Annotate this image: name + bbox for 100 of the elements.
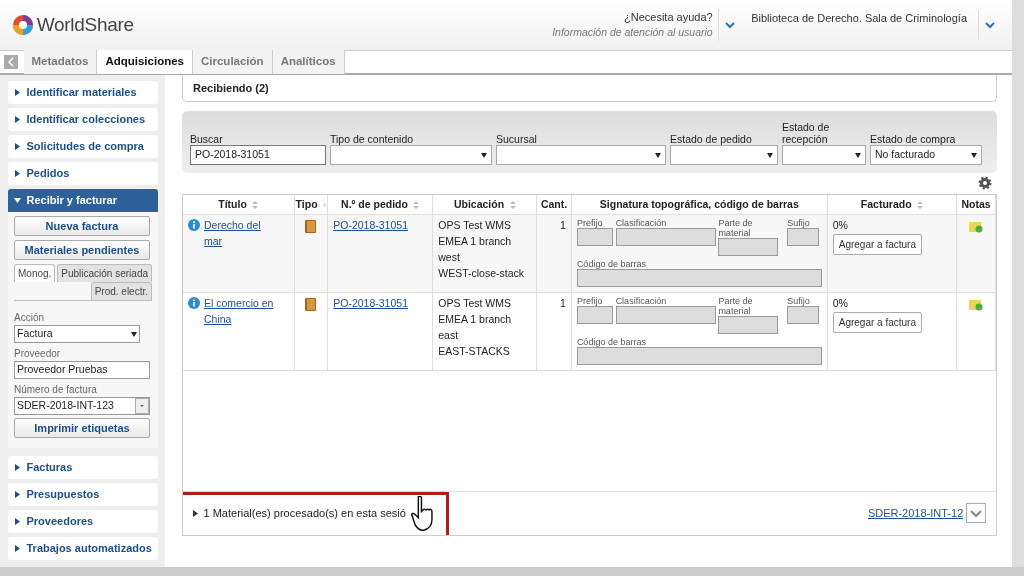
quantity-text: 1	[560, 219, 566, 232]
sidebar-item[interactable]: Proveedores	[8, 509, 158, 533]
column-header[interactable]: Ubicación	[432, 194, 537, 215]
print-labels-button[interactable]: Imprimir etiquetas	[14, 417, 150, 438]
caret-right-icon	[14, 89, 21, 97]
chevron-down-icon[interactable]	[724, 21, 735, 29]
sidebar-item[interactable]: Identificar colecciones	[8, 108, 158, 132]
chevron-down-icon[interactable]	[966, 503, 986, 524]
sort-icon	[413, 200, 420, 209]
quantity-text: 1	[560, 297, 566, 310]
input-field[interactable]	[576, 306, 613, 325]
caret-right-icon	[14, 463, 21, 471]
sort-icon	[917, 200, 924, 209]
module-tab[interactable]: Adquisiciones	[97, 50, 193, 75]
input-field[interactable]	[576, 228, 613, 247]
module-tab[interactable]: Circulación	[193, 50, 273, 75]
field-label: Sufijo	[787, 296, 811, 307]
filter-label: Buscar	[190, 132, 224, 146]
dropdown-arrow-icon	[971, 152, 977, 158]
field-label: Código de barras	[576, 337, 647, 348]
select-field[interactable]	[782, 145, 866, 166]
input-field[interactable]	[576, 269, 822, 288]
field-label: Número de factura	[14, 383, 98, 398]
sidebar-item[interactable]: Trabajos automatizados	[8, 536, 158, 560]
order-link[interactable]: PO-2018-31051	[333, 297, 408, 310]
location-text: EMEA 1 branch	[438, 312, 513, 328]
logo-icon	[12, 14, 34, 37]
select-field[interactable]: No facturado	[870, 145, 982, 166]
field-label: Prefijo	[576, 296, 604, 307]
sidebar-item[interactable]: Solicitudes de compra	[8, 135, 158, 159]
page-title: Recibiendo (2)	[193, 80, 269, 96]
select-field[interactable]	[496, 145, 666, 166]
column-header[interactable]: Facturado	[827, 194, 957, 215]
sidebar-item[interactable]: Pedidos	[8, 162, 158, 186]
input-field[interactable]	[615, 228, 716, 247]
add-to-invoice-button[interactable]: Agregar a factura	[832, 312, 922, 334]
sort-icon	[509, 200, 516, 209]
field-label: Parte de material	[718, 296, 754, 317]
column-header[interactable]: Título	[183, 194, 295, 215]
input-field[interactable]	[787, 228, 820, 247]
input-field[interactable]	[576, 347, 822, 366]
field-label: Clasificación	[615, 218, 668, 229]
book-icon	[305, 298, 317, 312]
sidebar-item[interactable]: Recibir y facturar	[8, 189, 158, 213]
settings-icon[interactable]	[977, 175, 992, 190]
select-field[interactable]	[330, 145, 492, 166]
field-label: Parte de material	[718, 218, 754, 239]
info-icon[interactable]	[188, 297, 200, 310]
search-field[interactable]: PO-2018-31051	[190, 145, 326, 166]
combo-field[interactable]: SDER-2018-INT-123	[14, 397, 150, 416]
note-add-icon[interactable]	[969, 220, 984, 233]
order-link[interactable]: PO-2018-31051	[333, 219, 408, 232]
module-tab[interactable]: Analíticos	[272, 50, 345, 75]
sidebar-item[interactable]: Presupuestos	[8, 482, 158, 506]
subtab[interactable]: Prod. electr.	[90, 282, 152, 301]
info-icon[interactable]	[188, 219, 200, 232]
subtab[interactable]: Publicación seriada	[57, 264, 152, 283]
module-tab[interactable]: Metadatos	[23, 50, 98, 75]
caret-right-icon[interactable]	[193, 509, 198, 517]
note-add-icon[interactable]	[969, 298, 984, 311]
column-header: Notas	[956, 194, 996, 215]
select-field[interactable]	[670, 145, 778, 166]
select-field[interactable]: Factura	[14, 325, 140, 344]
dropdown-arrow-icon	[481, 152, 487, 158]
sidebar-item[interactable]: Identificar materiales	[8, 81, 158, 105]
help-link[interactable]: ¿Necesita ayuda?	[552, 8, 713, 26]
title-link[interactable]: Derecho del mar	[204, 218, 276, 250]
chevron-down-icon[interactable]	[984, 21, 995, 29]
sidebar-button[interactable]: Nueva factura	[14, 216, 150, 237]
hand-cursor-icon	[411, 495, 434, 531]
input-field[interactable]	[615, 306, 716, 325]
input-field[interactable]	[718, 238, 779, 257]
collapse-icon[interactable]	[4, 55, 18, 70]
input-field[interactable]	[718, 316, 779, 335]
input-field[interactable]	[787, 306, 820, 325]
field-label: Clasificación	[615, 296, 668, 307]
sidebar-item[interactable]: Facturas	[8, 455, 158, 479]
add-to-invoice-button[interactable]: Agregar a factura	[832, 234, 922, 256]
session-summary[interactable]: 1 Material(es) procesado(s) en esta sesió	[203, 505, 406, 522]
caret-right-icon	[14, 143, 21, 151]
input-field[interactable]: Proveedor Pruebas	[14, 361, 150, 380]
title-link[interactable]: El comercio en China	[204, 296, 276, 328]
column-header[interactable]: N.º de pedido	[327, 194, 433, 215]
scrollbar[interactable]	[1012, 0, 1024, 568]
dropdown-arrow-icon	[131, 331, 137, 337]
column-header[interactable]: Tipo	[294, 194, 328, 215]
filter-label: Estado de recepción	[782, 120, 831, 146]
dropdown-arrow-icon	[767, 152, 773, 158]
filter-label: Tipo de contenido	[330, 132, 415, 146]
filter-label: Estado de pedido	[670, 132, 753, 146]
book-icon	[305, 220, 317, 234]
location-text: west	[438, 249, 461, 265]
help-subtitle: Información de atención al usuario	[552, 25, 713, 41]
sidebar-button[interactable]: Materiales pendientes	[14, 240, 150, 261]
caret-right-icon	[14, 490, 21, 498]
location-text: OPS Test WMS	[438, 296, 512, 312]
invoice-link[interactable]: SDER-2018-INT-12	[867, 505, 964, 522]
scrollbar[interactable]	[0, 567, 1024, 576]
subtab[interactable]: Monog.	[14, 264, 56, 283]
sort-icon	[252, 200, 259, 209]
